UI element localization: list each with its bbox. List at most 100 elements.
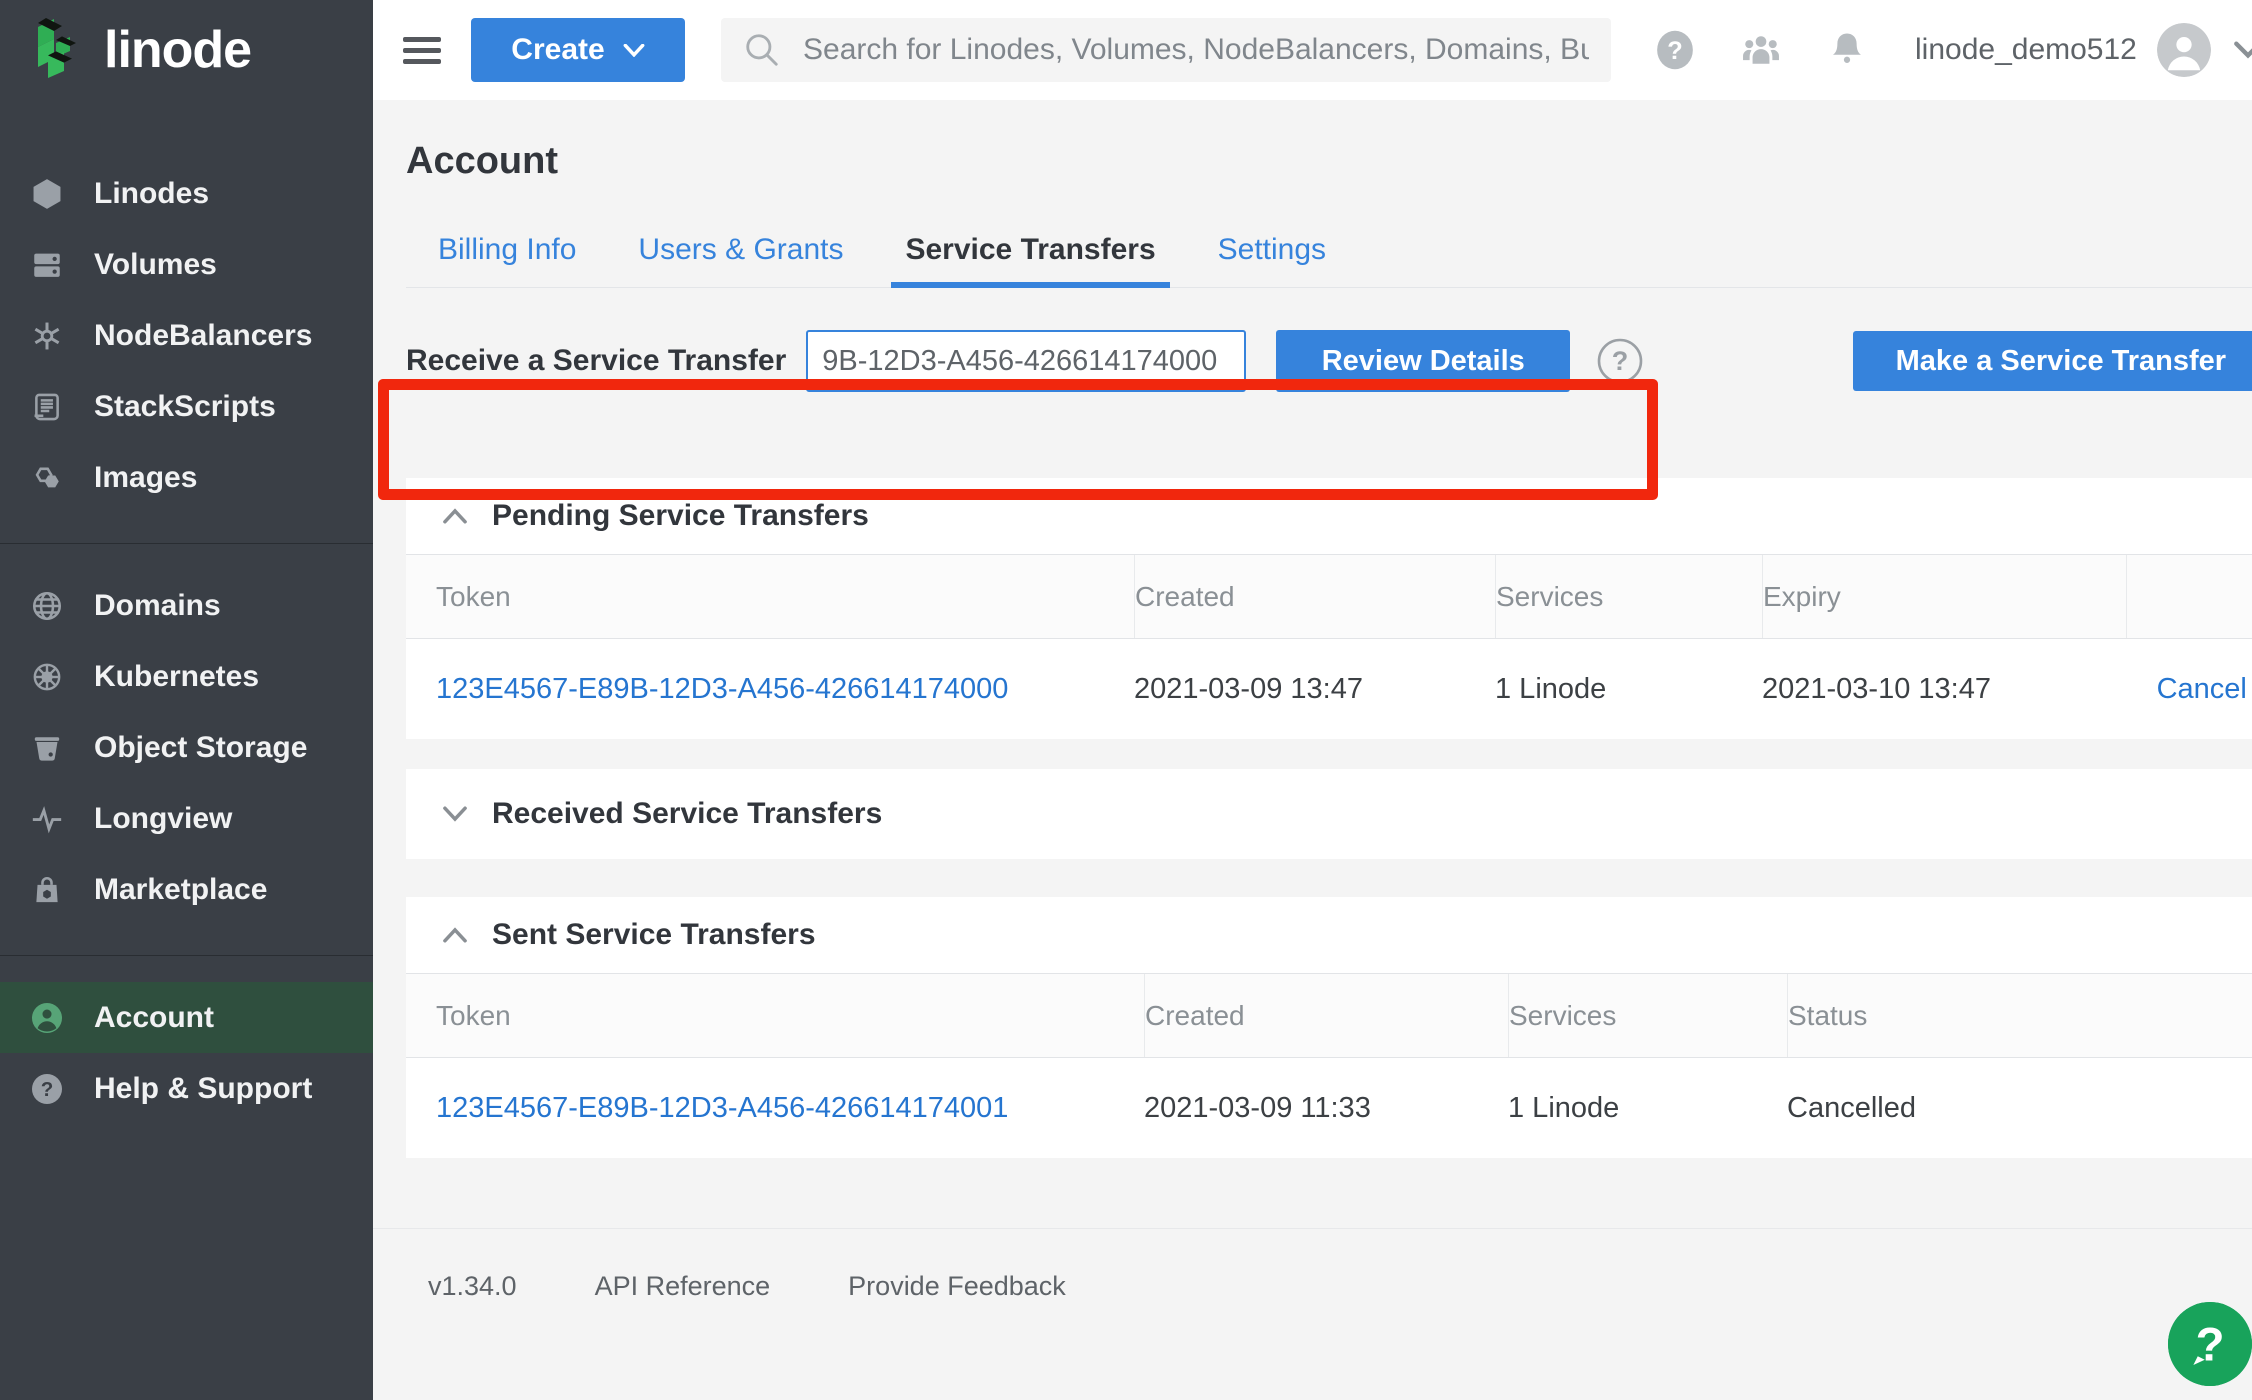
global-search (721, 18, 1611, 82)
pending-transfers-panel: Pending Service Transfers Token Created … (406, 478, 2252, 739)
column-header-services: Services (1508, 974, 1787, 1057)
sent-table-header: Token Created Services Status (406, 973, 2252, 1058)
transfer-token-link[interactable]: 123E4567-E89B-12D3-A456-426614174001 (436, 1092, 1008, 1124)
sidebar-item-linodes[interactable]: Linodes (0, 158, 373, 229)
marketplace-bag-icon (30, 873, 76, 907)
chevron-up-icon (442, 927, 468, 943)
sidebar-item-help-support[interactable]: ? Help & Support (0, 1053, 373, 1124)
chevron-down-icon (442, 806, 468, 822)
cell-services: 1 Linode (1495, 673, 1762, 706)
tab-billing-info[interactable]: Billing Info (424, 233, 590, 287)
search-input[interactable] (803, 33, 1589, 67)
page-title: Account (406, 140, 2252, 183)
received-transfers-panel: Received Service Transfers (406, 769, 2252, 859)
column-header-services: Services (1495, 555, 1762, 638)
question-circle-outline-icon[interactable]: ? (1596, 337, 1644, 385)
column-header-status: Status (1787, 974, 2252, 1057)
cell-created: 2021-03-09 13:47 (1134, 673, 1495, 706)
account-person-icon (30, 1001, 76, 1035)
kubernetes-wheel-icon (30, 660, 76, 694)
sidebar-item-kubernetes[interactable]: Kubernetes (0, 641, 373, 712)
sidebar-nav: Linodes Volumes NodeBalancers StackScrip… (0, 158, 373, 1124)
column-header-token: Token (406, 555, 1134, 638)
tab-service-transfers[interactable]: Service Transfers (891, 233, 1169, 288)
community-icon[interactable] (1739, 28, 1783, 72)
sidebar-item-images[interactable]: Images (0, 442, 373, 513)
pending-transfers-header[interactable]: Pending Service Transfers (406, 478, 2252, 554)
sidebar-item-nodebalancers[interactable]: NodeBalancers (0, 300, 373, 371)
receive-transfer-label: Receive a Service Transfer (406, 344, 786, 378)
svg-text:?: ? (2195, 1319, 2224, 1372)
question-circle-icon: ? (30, 1072, 76, 1106)
chevron-down-icon[interactable] (2233, 41, 2252, 59)
column-header-token: Token (406, 974, 1144, 1057)
received-transfers-header[interactable]: Received Service Transfers (406, 769, 2252, 859)
cell-services: 1 Linode (1508, 1092, 1787, 1125)
create-button[interactable]: Create (471, 18, 685, 82)
receive-transfer-row: Receive a Service Transfer Review Detail… (406, 330, 2252, 392)
search-icon (743, 31, 781, 69)
pulse-icon (30, 802, 76, 836)
cancel-transfer-link[interactable]: Cancel (2157, 673, 2247, 705)
username[interactable]: linode_demo512 (1915, 33, 2137, 67)
main-area: Create ? linode_demo512 A (373, 0, 2252, 1400)
pending-table-row: 123E4567-E89B-12D3-A456-426614174000 202… (406, 639, 2252, 739)
make-service-transfer-button[interactable]: Make a Service Transfer (1853, 331, 2252, 391)
svg-text:?: ? (41, 1078, 54, 1101)
cell-status: Cancelled (1787, 1092, 2252, 1125)
linode-logo[interactable]: linode (0, 0, 373, 100)
cell-expiry: 2021-03-10 13:47 (1762, 673, 2126, 706)
sidebar-divider (0, 955, 373, 956)
review-details-button[interactable]: Review Details (1276, 330, 1570, 392)
topbar: Create ? linode_demo512 (373, 0, 2252, 100)
section-title: Pending Service Transfers (492, 499, 869, 533)
nodebalancers-icon (30, 319, 76, 353)
tab-users-grants[interactable]: Users & Grants (624, 233, 857, 287)
sidebar-item-longview[interactable]: Longview (0, 783, 373, 854)
sidebar-divider (0, 543, 373, 544)
section-title: Received Service Transfers (492, 797, 882, 831)
menu-hamburger-icon[interactable] (403, 31, 441, 70)
sent-table-row: 123E4567-E89B-12D3-A456-426614174001 202… (406, 1058, 2252, 1158)
api-reference-link[interactable]: API Reference (595, 1271, 771, 1302)
topbar-icons: ? linode_demo512 (1611, 23, 2252, 77)
chevron-up-icon (442, 508, 468, 524)
account-tabs: Billing Info Users & Grants Service Tran… (406, 233, 2252, 288)
footer: v1.34.0 API Reference Provide Feedback (373, 1228, 2252, 1302)
help-icon[interactable]: ? (1653, 28, 1697, 72)
account-page: Account Billing Info Users & Grants Serv… (373, 100, 2252, 1400)
sidebar-item-account[interactable]: Account (0, 982, 373, 1053)
volumes-icon (30, 248, 76, 282)
column-header-created: Created (1134, 555, 1495, 638)
transfer-token-input[interactable] (806, 330, 1246, 392)
section-title: Sent Service Transfers (492, 918, 816, 952)
pending-table-header: Token Created Services Expiry (406, 554, 2252, 639)
bucket-icon (30, 731, 76, 765)
chat-help-button[interactable]: ? (2168, 1302, 2252, 1386)
svg-text:?: ? (1612, 346, 1629, 376)
sidebar: linode Linodes Volumes NodeBalancers (0, 0, 373, 1400)
column-header-expiry: Expiry (1762, 555, 2126, 638)
sent-transfers-panel: Sent Service Transfers Token Created Ser… (406, 897, 2252, 1158)
logo-wordmark: linode (104, 20, 251, 80)
notifications-bell-icon[interactable] (1825, 28, 1869, 72)
cell-created: 2021-03-09 11:33 (1144, 1092, 1508, 1125)
provide-feedback-link[interactable]: Provide Feedback (848, 1271, 1066, 1302)
transfer-token-link[interactable]: 123E4567-E89B-12D3-A456-426614174000 (436, 673, 1008, 705)
tab-settings[interactable]: Settings (1204, 233, 1340, 287)
column-header-created: Created (1144, 974, 1508, 1057)
sidebar-item-volumes[interactable]: Volumes (0, 229, 373, 300)
chat-help-icon: ? (2168, 1302, 2252, 1386)
linode-cubes-icon (30, 15, 88, 86)
chevron-down-icon (623, 44, 645, 57)
app-version: v1.34.0 (428, 1271, 517, 1302)
column-header-actions (2126, 555, 2252, 638)
sent-transfers-header[interactable]: Sent Service Transfers (406, 897, 2252, 973)
sidebar-item-domains[interactable]: Domains (0, 570, 373, 641)
sidebar-item-stackscripts[interactable]: StackScripts (0, 371, 373, 442)
sidebar-item-object-storage[interactable]: Object Storage (0, 712, 373, 783)
globe-icon (30, 589, 76, 623)
linode-cube-icon (30, 177, 76, 211)
avatar[interactable] (2157, 23, 2211, 77)
sidebar-item-marketplace[interactable]: Marketplace (0, 854, 373, 925)
